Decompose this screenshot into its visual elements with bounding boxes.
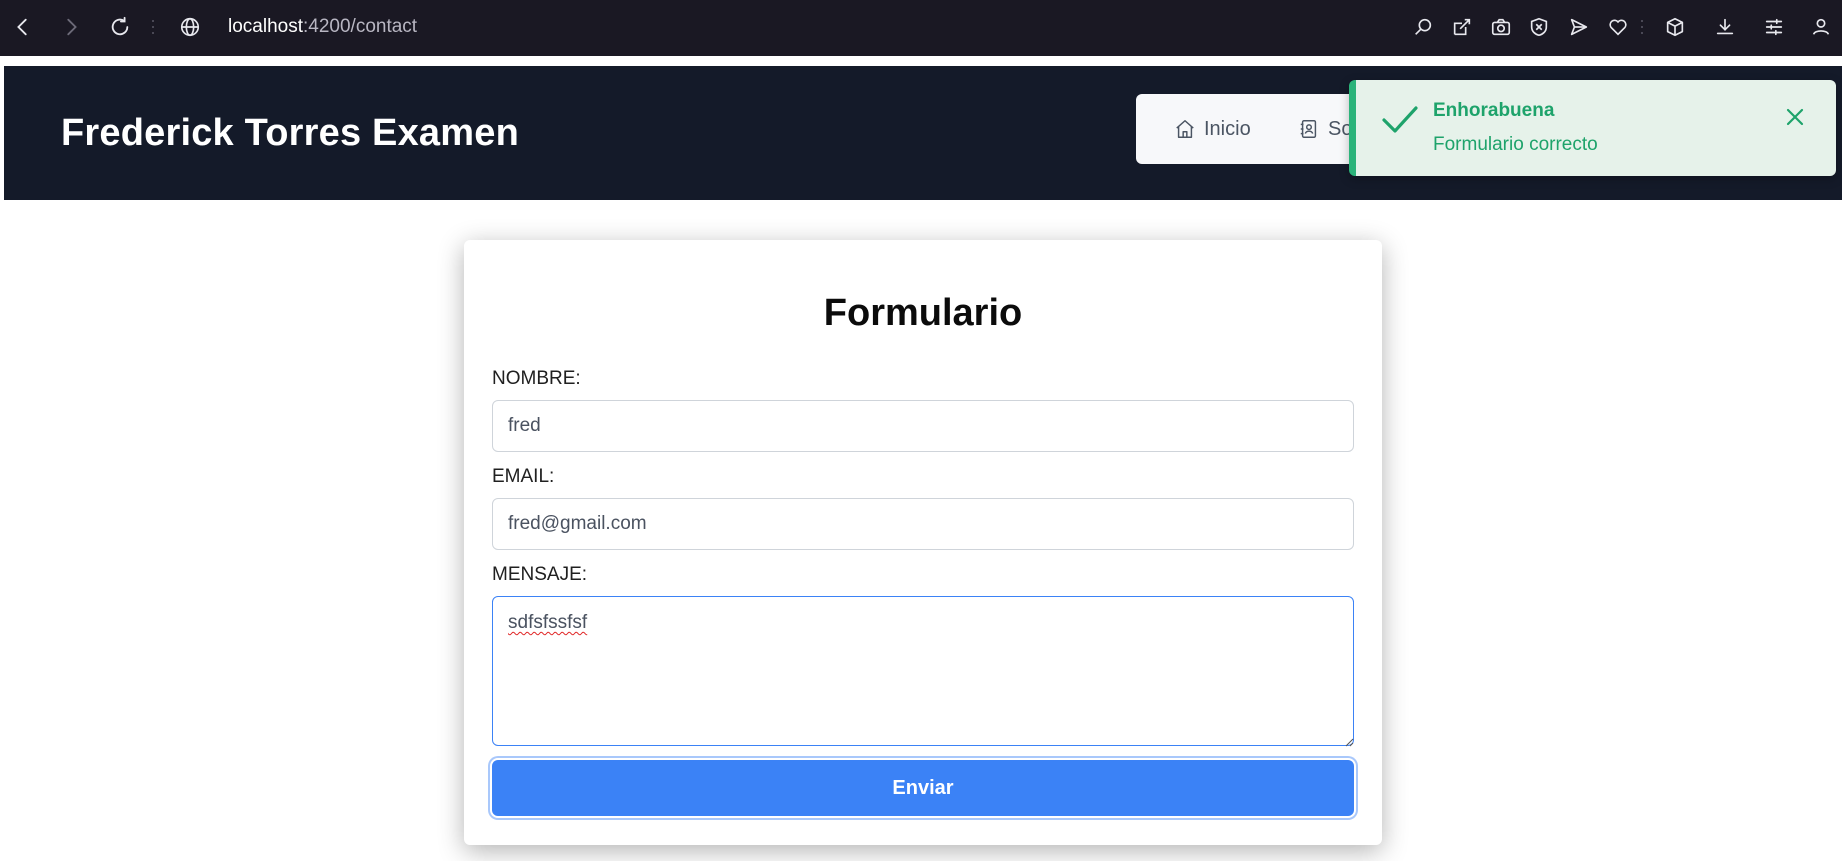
edit-share-icon[interactable]: [1447, 12, 1477, 42]
url-path: :4200/contact: [303, 16, 418, 37]
message-label: MENSAJE:: [492, 564, 588, 585]
reload-icon[interactable]: [105, 12, 135, 42]
toast-summary: Enhorabuena: [1433, 100, 1555, 121]
shield-block-icon[interactable]: [1524, 12, 1554, 42]
contact-form-card: Formulario NOMBRE: EMAIL: MENSAJE: sdfsf…: [464, 240, 1382, 845]
download-icon[interactable]: [1710, 12, 1740, 42]
send-icon[interactable]: [1564, 12, 1594, 42]
nav-item-label: Inicio: [1204, 117, 1251, 140]
url-host: localhost: [228, 16, 303, 37]
submit-button[interactable]: Enviar: [492, 760, 1354, 816]
message-field[interactable]: sdfsfssfsf: [492, 596, 1354, 746]
name-label: NOMBRE:: [492, 368, 581, 389]
email-label: EMAIL:: [492, 466, 555, 487]
profile-icon[interactable]: [1806, 12, 1836, 42]
nav-item-inicio[interactable]: Inicio: [1174, 94, 1251, 164]
close-icon[interactable]: [1782, 104, 1808, 130]
search-zoom-icon[interactable]: [1408, 12, 1438, 42]
contact-book-icon: [1298, 118, 1328, 140]
form-title: Formulario: [823, 292, 1023, 334]
globe-icon[interactable]: [175, 12, 205, 42]
message-text: sdfsfssfsf: [508, 612, 588, 633]
app-title: Frederick Torres Examen: [61, 112, 520, 154]
name-field[interactable]: [492, 400, 1354, 452]
success-toast: Enhorabuena Formulario correcto: [1349, 80, 1836, 176]
nav-item-contact[interactable]: So: [1298, 94, 1352, 164]
heart-icon[interactable]: [1603, 12, 1633, 42]
toast-detail: Formulario correcto: [1433, 134, 1598, 155]
resize-handle-icon[interactable]: [1344, 734, 1354, 747]
toolbar-separator: [152, 20, 155, 34]
back-icon[interactable]: [8, 12, 38, 42]
camera-icon[interactable]: [1486, 12, 1516, 42]
home-icon: [1174, 118, 1204, 140]
toolbar-separator: [1641, 20, 1644, 34]
forward-icon[interactable]: [56, 12, 86, 42]
cube-icon[interactable]: [1660, 12, 1690, 42]
browser-toolbar: localhost:4200/contact: [0, 0, 1842, 56]
check-icon: [1380, 100, 1420, 140]
address-bar[interactable]: localhost:4200/contact: [228, 14, 417, 40]
email-field[interactable]: [492, 498, 1354, 550]
settings-sliders-icon[interactable]: [1759, 12, 1789, 42]
